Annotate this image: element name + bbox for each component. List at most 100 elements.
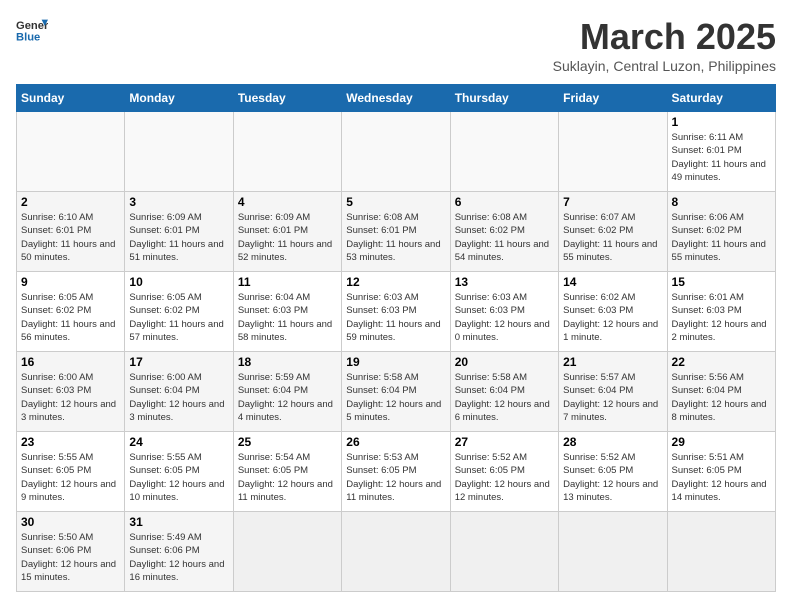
day-number: 31 [129,515,228,529]
calendar-cell: 18 Sunrise: 5:59 AM Sunset: 6:04 PM Dayli… [233,352,341,432]
calendar-cell: 21 Sunrise: 5:57 AM Sunset: 6:04 PM Dayli… [559,352,667,432]
calendar-cell: 2Sunrise: 6:10 AM Sunset: 6:01 PM Daylig… [17,192,125,272]
day-number: 11 [238,275,337,289]
day-info: Sunrise: 5:55 AM Sunset: 6:05 PM Dayligh… [129,451,228,504]
weekday-header-monday: Monday [125,85,233,112]
day-number: 22 [672,355,771,369]
day-info: Sunrise: 6:09 AM Sunset: 6:01 PM Dayligh… [129,211,228,264]
calendar-cell: 9 Sunrise: 6:05 AM Sunset: 6:02 PM Daylig… [17,272,125,352]
day-number: 20 [455,355,554,369]
month-title: March 2025 [553,16,776,58]
weekday-header-wednesday: Wednesday [342,85,450,112]
day-number: 21 [563,355,662,369]
calendar-cell: 22 Sunrise: 5:56 AM Sunset: 6:04 PM Dayli… [667,352,775,432]
calendar-cell: 24 Sunrise: 5:55 AM Sunset: 6:05 PM Dayli… [125,432,233,512]
day-number: 26 [346,435,445,449]
day-info: Sunrise: 6:08 AM Sunset: 6:01 PM Dayligh… [346,211,445,264]
page-header: General Blue March 2025 Suklayin, Centra… [16,16,776,74]
day-info: Sunrise: 6:00 AM Sunset: 6:04 PM Dayligh… [129,371,228,424]
day-info: Sunrise: 5:58 AM Sunset: 6:04 PM Dayligh… [455,371,554,424]
calendar-cell: 25Sunrise: 5:54 AM Sunset: 6:05 PM Dayli… [233,432,341,512]
calendar-week-0: 1Sunrise: 6:11 AM Sunset: 6:01 PM Daylig… [17,112,776,192]
calendar-cell [233,112,341,192]
day-info: Sunrise: 5:57 AM Sunset: 6:04 PM Dayligh… [563,371,662,424]
day-info: Sunrise: 6:05 AM Sunset: 6:02 PM Dayligh… [129,291,228,344]
calendar-cell [342,112,450,192]
day-info: Sunrise: 6:08 AM Sunset: 6:02 PM Dayligh… [455,211,554,264]
calendar-cell [17,112,125,192]
calendar-cell: 15Sunrise: 6:01 AM Sunset: 6:03 PM Dayli… [667,272,775,352]
calendar-cell: 23Sunrise: 5:55 AM Sunset: 6:05 PM Dayli… [17,432,125,512]
logo: General Blue [16,16,48,44]
day-info: Sunrise: 5:56 AM Sunset: 6:04 PM Dayligh… [672,371,771,424]
day-info: Sunrise: 6:03 AM Sunset: 6:03 PM Dayligh… [346,291,445,344]
day-number: 29 [672,435,771,449]
day-info: Sunrise: 5:58 AM Sunset: 6:04 PM Dayligh… [346,371,445,424]
day-number: 3 [129,195,228,209]
day-number: 25 [238,435,337,449]
calendar-cell: 20 Sunrise: 5:58 AM Sunset: 6:04 PM Dayli… [450,352,558,432]
day-number: 19 [346,355,445,369]
day-number: 13 [455,275,554,289]
day-info: Sunrise: 6:01 AM Sunset: 6:03 PM Dayligh… [672,291,771,344]
calendar-cell: 29 Sunrise: 5:51 AM Sunset: 6:05 PM Dayli… [667,432,775,512]
calendar-cell [450,112,558,192]
day-info: Sunrise: 6:00 AM Sunset: 6:03 PM Dayligh… [21,371,120,424]
weekday-header-tuesday: Tuesday [233,85,341,112]
calendar-table: SundayMondayTuesdayWednesdayThursdayFrid… [16,84,776,592]
day-info: Sunrise: 5:51 AM Sunset: 6:05 PM Dayligh… [672,451,771,504]
day-info: Sunrise: 6:03 AM Sunset: 6:03 PM Dayligh… [455,291,554,344]
day-info: Sunrise: 5:55 AM Sunset: 6:05 PM Dayligh… [21,451,120,504]
day-number: 10 [129,275,228,289]
calendar-cell: 26 Sunrise: 5:53 AM Sunset: 6:05 PM Dayli… [342,432,450,512]
calendar-cell: 7 Sunrise: 6:07 AM Sunset: 6:02 PM Daylig… [559,192,667,272]
day-info: Sunrise: 6:06 AM Sunset: 6:02 PM Dayligh… [672,211,771,264]
day-number: 18 [238,355,337,369]
calendar-cell: 31Sunrise: 5:49 AM Sunset: 6:06 PM Dayli… [125,512,233,592]
calendar-cell [450,512,558,592]
logo-icon: General Blue [16,16,48,44]
day-number: 2 [21,195,120,209]
calendar-cell: 30Sunrise: 5:50 AM Sunset: 6:06 PM Dayli… [17,512,125,592]
day-number: 27 [455,435,554,449]
calendar-cell: 17 Sunrise: 6:00 AM Sunset: 6:04 PM Dayli… [125,352,233,432]
day-number: 9 [21,275,120,289]
day-number: 6 [455,195,554,209]
day-number: 5 [346,195,445,209]
calendar-cell [559,512,667,592]
day-number: 30 [21,515,120,529]
calendar-cell [559,112,667,192]
subtitle: Suklayin, Central Luzon, Philippines [553,58,776,74]
day-info: Sunrise: 6:05 AM Sunset: 6:02 PM Dayligh… [21,291,120,344]
day-number: 24 [129,435,228,449]
day-info: Sunrise: 6:02 AM Sunset: 6:03 PM Dayligh… [563,291,662,344]
day-info: Sunrise: 5:52 AM Sunset: 6:05 PM Dayligh… [563,451,662,504]
day-info: Sunrise: 6:09 AM Sunset: 6:01 PM Dayligh… [238,211,337,264]
calendar-cell: 11Sunrise: 6:04 AM Sunset: 6:03 PM Dayli… [233,272,341,352]
calendar-cell: 5 Sunrise: 6:08 AM Sunset: 6:01 PM Daylig… [342,192,450,272]
calendar-cell [667,512,775,592]
calendar-cell [233,512,341,592]
calendar-week-2: 9 Sunrise: 6:05 AM Sunset: 6:02 PM Daylig… [17,272,776,352]
calendar-cell: 1Sunrise: 6:11 AM Sunset: 6:01 PM Daylig… [667,112,775,192]
calendar-cell: 28 Sunrise: 5:52 AM Sunset: 6:05 PM Dayli… [559,432,667,512]
calendar-cell: 10 Sunrise: 6:05 AM Sunset: 6:02 PM Dayli… [125,272,233,352]
svg-text:Blue: Blue [16,31,40,43]
day-number: 28 [563,435,662,449]
calendar-cell: 6 Sunrise: 6:08 AM Sunset: 6:02 PM Daylig… [450,192,558,272]
day-info: Sunrise: 5:53 AM Sunset: 6:05 PM Dayligh… [346,451,445,504]
calendar-week-4: 23Sunrise: 5:55 AM Sunset: 6:05 PM Dayli… [17,432,776,512]
day-number: 12 [346,275,445,289]
calendar-cell: 8Sunrise: 6:06 AM Sunset: 6:02 PM Daylig… [667,192,775,272]
day-number: 7 [563,195,662,209]
calendar-cell: 3 Sunrise: 6:09 AM Sunset: 6:01 PM Daylig… [125,192,233,272]
day-info: Sunrise: 5:59 AM Sunset: 6:04 PM Dayligh… [238,371,337,424]
calendar-cell: 12 Sunrise: 6:03 AM Sunset: 6:03 PM Dayli… [342,272,450,352]
weekday-header-thursday: Thursday [450,85,558,112]
calendar-cell: 13 Sunrise: 6:03 AM Sunset: 6:03 PM Dayli… [450,272,558,352]
weekday-header-friday: Friday [559,85,667,112]
day-info: Sunrise: 6:07 AM Sunset: 6:02 PM Dayligh… [563,211,662,264]
day-number: 17 [129,355,228,369]
day-number: 1 [672,115,771,129]
weekday-header-row: SundayMondayTuesdayWednesdayThursdayFrid… [17,85,776,112]
